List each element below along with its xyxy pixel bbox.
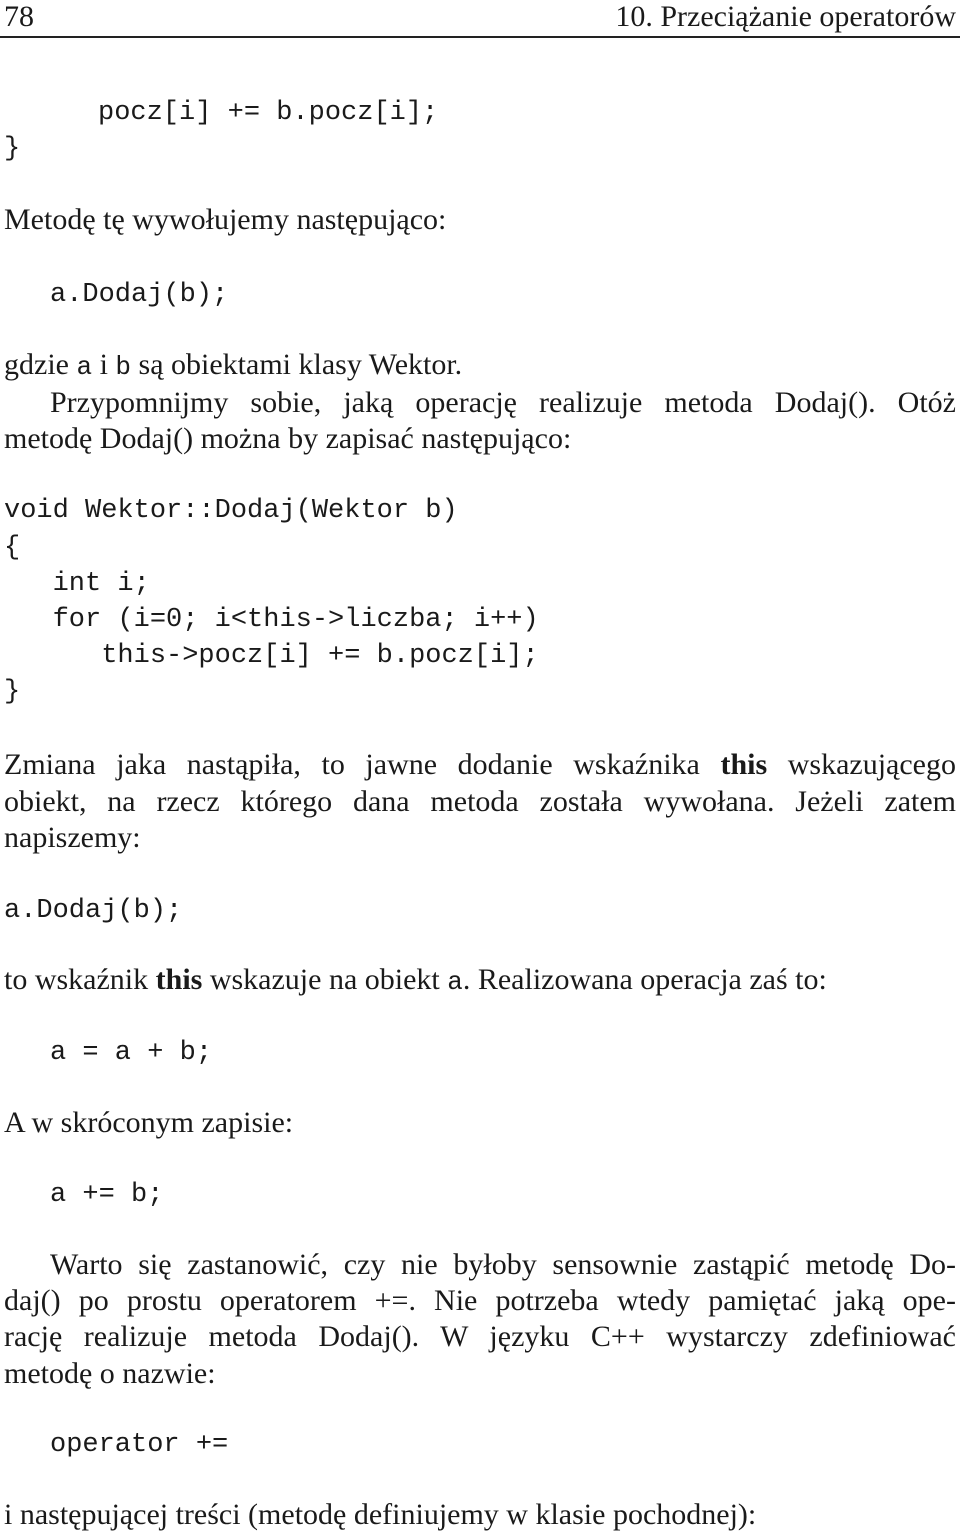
code-line: a += b; [50, 1180, 164, 1210]
paragraph-line: metodę Dodaj() można by zapisać następuj… [4, 422, 572, 455]
paragraph: Metodę tę wywołujemy następująco: [4, 203, 447, 236]
text: to wskaźnik [4, 963, 156, 996]
paragraph: A w skróconym zapisie: [4, 1106, 294, 1139]
chapter-title: 10. Przeciążanie operatorów [615, 0, 956, 33]
inline-code: a [76, 352, 93, 382]
text: Zmiana jaka nastąpiła, to jawne dodanie … [4, 748, 721, 781]
inline-code: a [447, 967, 463, 997]
code-line: pocz[i] += b.pocz[i]; [98, 98, 439, 128]
paragraph-line: Warto się zastanowić, czy nie byłoby sen… [50, 1248, 956, 1281]
paragraph-line: napiszemy: [4, 821, 141, 854]
paragraph: to wskaźnik this wskazuje na obiekt a. R… [4, 963, 827, 997]
paragraph-line: Zmiana jaka nastąpiła, to jawne dodanie … [4, 750, 956, 780]
header-rule [0, 36, 960, 38]
text: wskazującego [767, 748, 956, 781]
code-line: } [4, 677, 21, 707]
code-line: a = a + b; [50, 1038, 213, 1068]
code-line: operator += [50, 1430, 229, 1460]
paragraph-line: obiekt, na rzecz którego dana metoda zos… [4, 785, 956, 818]
keyword: this [155, 963, 203, 996]
text: wskazuje na obiekt [202, 963, 448, 996]
paragraph: gdzie a i b są obiektami klasy Wektor. [4, 348, 463, 382]
text: . Realizowana operacja zaś to: [462, 963, 827, 996]
paragraph-line: Przypomnijmy sobie, jaką operację realiz… [50, 386, 956, 419]
code-line: } [4, 134, 21, 164]
paragraph-line: rację realizuje metoda Dodaj(). W języku… [4, 1320, 956, 1353]
code-line: for (i=0; i<this->liczba; i++) [4, 605, 539, 635]
page-number: 78 [4, 0, 34, 33]
code-line: void Wektor::Dodaj(Wektor b) [4, 496, 458, 526]
code-line: int i; [4, 569, 150, 599]
text: gdzie [4, 348, 77, 381]
text: i [92, 348, 116, 381]
paragraph-line: metodę o nazwie: [4, 1357, 216, 1390]
paragraph: i następującej treści (metodę definiujem… [4, 1498, 757, 1531]
text: są obiektami klasy Wektor. [131, 348, 463, 381]
code-line: a.Dodaj(b); [4, 896, 183, 926]
code-line: a.Dodaj(b); [50, 280, 229, 310]
keyword: this [720, 748, 768, 781]
inline-code: b [115, 352, 132, 382]
paragraph-line: daj() po prostu operatorem +=. Nie potrz… [4, 1284, 956, 1317]
code-line: { [4, 533, 21, 563]
code-line: this->pocz[i] += b.pocz[i]; [4, 641, 539, 671]
